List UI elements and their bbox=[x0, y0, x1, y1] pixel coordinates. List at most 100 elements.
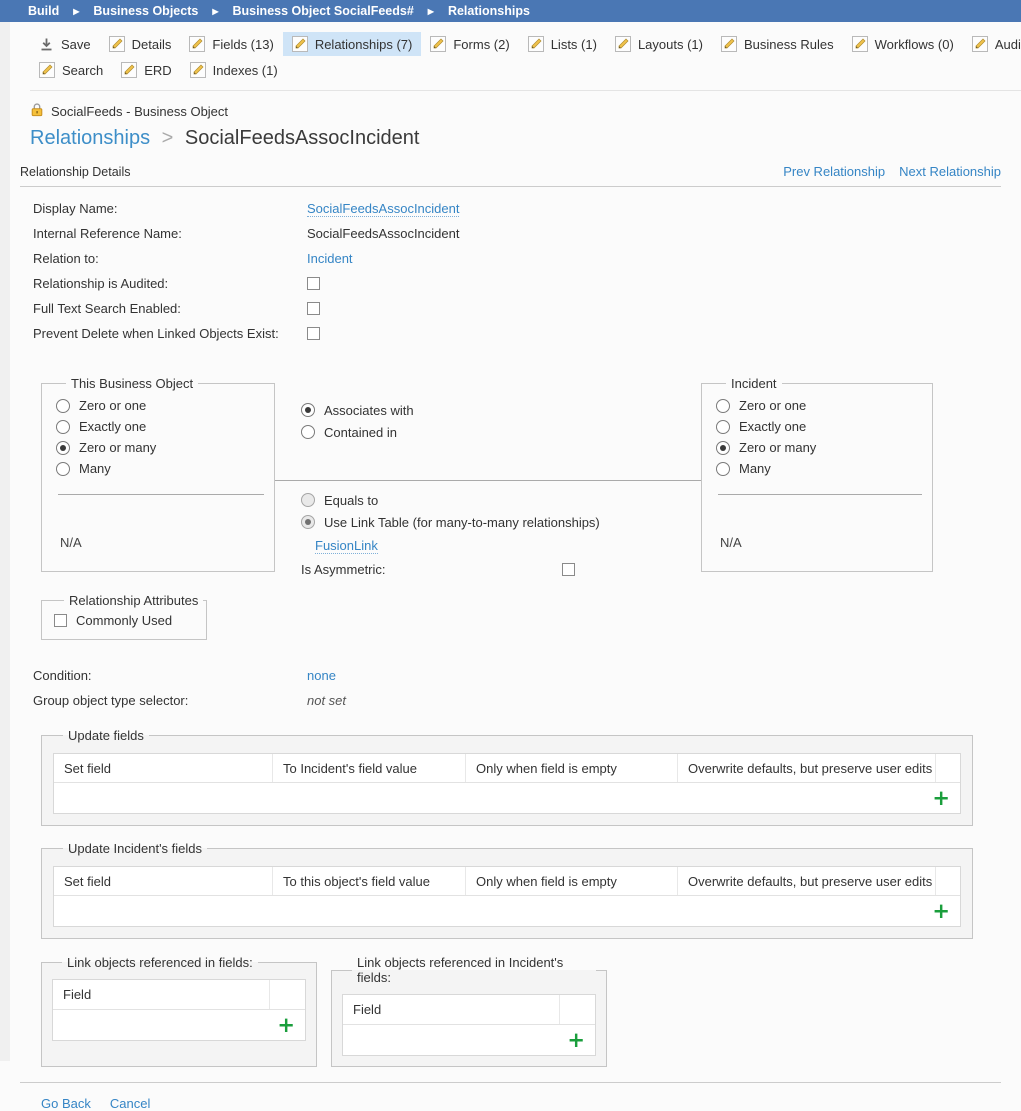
radio-right-exactly-one[interactable]: Exactly one bbox=[716, 416, 924, 437]
next-relationship-link[interactable]: Next Relationship bbox=[899, 164, 1001, 179]
tab-layouts[interactable]: Layouts (1) bbox=[606, 32, 712, 56]
radio-icon[interactable] bbox=[56, 420, 70, 434]
add-row-button[interactable]: + bbox=[932, 902, 950, 920]
radio-icon[interactable] bbox=[716, 399, 730, 413]
relation-to-value-link[interactable]: Incident bbox=[307, 251, 353, 266]
internal-ref-value: SocialFeedsAssocIncident bbox=[307, 226, 459, 241]
column-header: Set field bbox=[54, 867, 273, 895]
radio-icon[interactable] bbox=[716, 420, 730, 434]
prevent-delete-label: Prevent Delete when Linked Objects Exist… bbox=[33, 326, 307, 341]
tab-audit[interactable]: Audit bbox=[963, 32, 1021, 56]
is-asymmetric-checkbox[interactable] bbox=[562, 563, 575, 576]
radio-right-zero-or-one[interactable]: Zero or one bbox=[716, 395, 924, 416]
save-icon bbox=[39, 37, 54, 52]
link-incident-fields-table: Field + bbox=[342, 994, 596, 1056]
tab-label: Search bbox=[62, 63, 103, 78]
link-incident-fields-header-row: Field bbox=[343, 995, 595, 1025]
tab-label: Layouts (1) bbox=[638, 37, 703, 52]
prev-relationship-link[interactable]: Prev Relationship bbox=[783, 164, 885, 179]
radio-label: Exactly one bbox=[739, 419, 806, 434]
radio-left-zero-or-many[interactable]: Zero or many bbox=[56, 437, 266, 458]
column-header-empty bbox=[936, 754, 960, 782]
radio-right-many[interactable]: Many bbox=[716, 458, 924, 479]
commonly-used-row[interactable]: Commonly Used bbox=[54, 613, 206, 628]
radio-icon[interactable] bbox=[716, 462, 730, 476]
radio-label: Many bbox=[79, 461, 111, 476]
left-na-text: N/A bbox=[60, 535, 266, 550]
link-incident-fields-group: Link objects referenced in Incident's fi… bbox=[331, 955, 607, 1067]
link-table-link[interactable]: FusionLink bbox=[315, 538, 378, 554]
commonly-used-checkbox[interactable] bbox=[54, 614, 67, 627]
footer: Go Back Cancel bbox=[41, 1096, 1021, 1111]
display-name-value-link[interactable]: SocialFeedsAssocIncident bbox=[307, 201, 459, 217]
radio-icon[interactable] bbox=[716, 441, 730, 455]
tab-search[interactable]: Search bbox=[30, 58, 112, 82]
pencil-icon bbox=[852, 36, 868, 52]
tab-business-rules[interactable]: Business Rules bbox=[712, 32, 843, 56]
radio-icon[interactable] bbox=[56, 399, 70, 413]
add-row-button[interactable]: + bbox=[277, 1016, 295, 1034]
object-header: SocialFeeds - Business Object bbox=[30, 102, 1021, 120]
breadcrumb-item-relationships[interactable]: Relationships bbox=[448, 4, 530, 18]
tab-lists[interactable]: Lists (1) bbox=[519, 32, 606, 56]
go-back-link[interactable]: Go Back bbox=[41, 1096, 91, 1111]
column-header-empty bbox=[559, 995, 595, 1024]
tab-relationships[interactable]: Relationships (7) bbox=[283, 32, 422, 56]
detail-row-internal-ref: Internal Reference Name: SocialFeedsAsso… bbox=[33, 221, 1021, 246]
tab-indexes[interactable]: Indexes (1) bbox=[181, 58, 287, 82]
save-button[interactable]: Save bbox=[30, 33, 100, 56]
tab-label: Fields (13) bbox=[212, 37, 273, 52]
radio-icon[interactable] bbox=[301, 515, 315, 529]
radio-left-many[interactable]: Many bbox=[56, 458, 266, 479]
radio-icon[interactable] bbox=[56, 462, 70, 476]
radio-icon[interactable] bbox=[301, 425, 315, 439]
breadcrumb-item-business-objects[interactable]: Business Objects bbox=[93, 4, 198, 18]
breadcrumb-arrow-icon: ▶ bbox=[428, 7, 434, 16]
add-row-button[interactable]: + bbox=[567, 1031, 585, 1049]
radio-use-link-table[interactable]: Use Link Table (for many-to-many relatio… bbox=[275, 511, 701, 533]
prevent-delete-checkbox[interactable] bbox=[307, 327, 320, 340]
relationship-attributes-group: Relationship Attributes Commonly Used bbox=[41, 593, 207, 640]
radio-icon[interactable] bbox=[301, 493, 315, 507]
right-group-divider bbox=[718, 494, 922, 495]
column-header: Overwrite defaults, but preserve user ed… bbox=[678, 754, 936, 782]
detail-row-prevent-delete: Prevent Delete when Linked Objects Exist… bbox=[33, 321, 1021, 346]
audited-checkbox[interactable] bbox=[307, 277, 320, 290]
tab-erd[interactable]: ERD bbox=[112, 58, 180, 82]
cancel-link[interactable]: Cancel bbox=[110, 1096, 150, 1111]
tab-workflows[interactable]: Workflows (0) bbox=[843, 32, 963, 56]
radio-icon[interactable] bbox=[56, 441, 70, 455]
pencil-icon bbox=[190, 62, 206, 78]
lock-icon bbox=[30, 102, 44, 120]
tab-label: Lists (1) bbox=[551, 37, 597, 52]
add-row-button[interactable]: + bbox=[932, 789, 950, 807]
is-asymmetric-label: Is Asymmetric: bbox=[301, 562, 562, 577]
radio-label: Contained in bbox=[324, 425, 397, 440]
tab-details[interactable]: Details bbox=[100, 32, 181, 56]
pencil-icon bbox=[39, 62, 55, 78]
object-header-label: SocialFeeds - Business Object bbox=[51, 104, 228, 119]
radio-associates-with[interactable]: Associates with bbox=[275, 399, 701, 421]
condition-value-link[interactable]: none bbox=[307, 668, 336, 683]
toolbar-row-1: Save Details Fields (13) Relationships (… bbox=[30, 32, 1021, 56]
radio-left-zero-or-one[interactable]: Zero or one bbox=[56, 395, 266, 416]
full-text-checkbox[interactable] bbox=[307, 302, 320, 315]
relationship-details: Display Name: SocialFeedsAssocIncident I… bbox=[33, 196, 1021, 346]
breadcrumb-item-business-object-socialfeeds[interactable]: Business Object SocialFeeds# bbox=[232, 4, 413, 18]
toolbar-divider bbox=[30, 90, 1021, 91]
radio-equals-to[interactable]: Equals to bbox=[275, 489, 701, 511]
left-gutter bbox=[0, 22, 10, 1061]
column-header: Set field bbox=[54, 754, 273, 782]
radio-contained-in[interactable]: Contained in bbox=[275, 421, 701, 443]
radio-right-zero-or-many[interactable]: Zero or many bbox=[716, 437, 924, 458]
page-title-section-link[interactable]: Relationships bbox=[30, 127, 150, 149]
breadcrumb-item-build[interactable]: Build bbox=[28, 4, 59, 18]
link-objects-section: Link objects referenced in fields: Field… bbox=[41, 955, 1021, 1067]
tab-fields[interactable]: Fields (13) bbox=[180, 32, 282, 56]
tab-forms[interactable]: Forms (2) bbox=[421, 32, 518, 56]
pencil-icon bbox=[430, 36, 446, 52]
radio-icon[interactable] bbox=[301, 403, 315, 417]
detail-row-display-name: Display Name: SocialFeedsAssocIncident bbox=[33, 196, 1021, 221]
radio-left-exactly-one[interactable]: Exactly one bbox=[56, 416, 266, 437]
detail-row-relation-to: Relation to: Incident bbox=[33, 246, 1021, 271]
